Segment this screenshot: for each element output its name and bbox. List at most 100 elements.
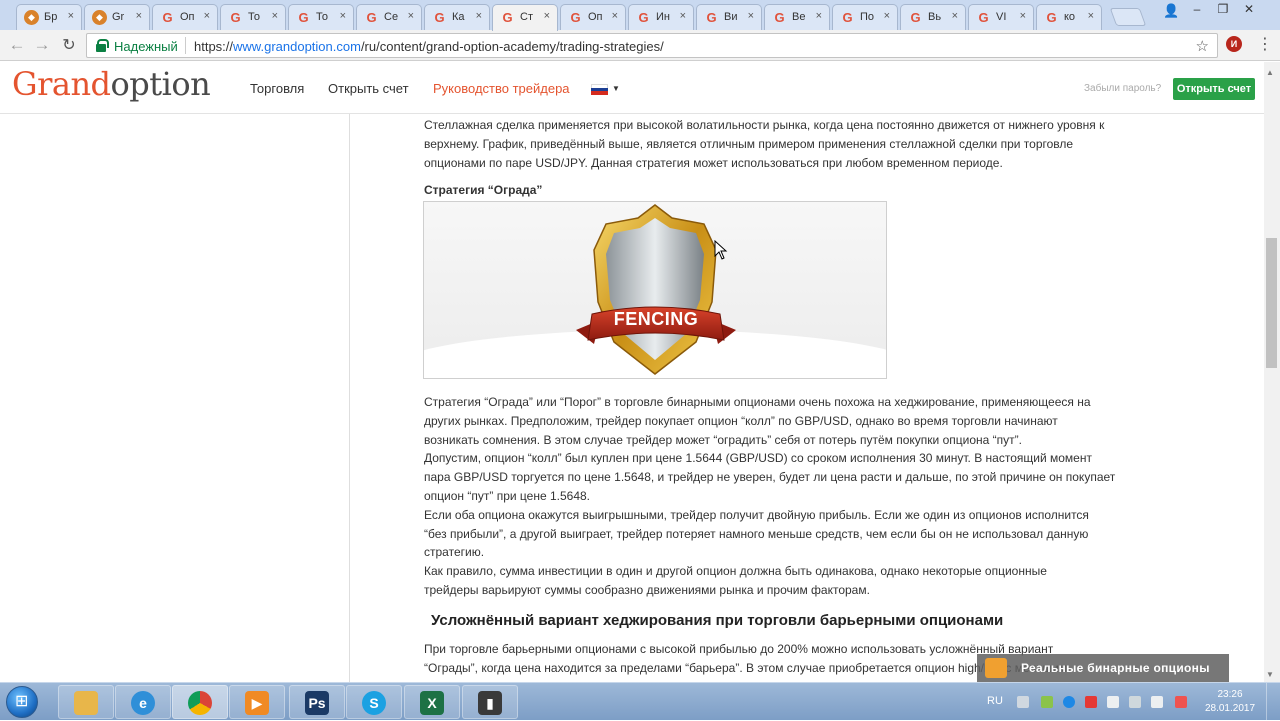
- tab-close-icon[interactable]: ×: [884, 10, 890, 22]
- browser-tab[interactable]: ◆ Gr ×: [84, 4, 150, 30]
- text-line: других рынках. Предположим, трейдер поку…: [424, 413, 1058, 428]
- logo-grand: Grand: [12, 65, 111, 103]
- user-icon[interactable]: 👤: [1163, 3, 1179, 19]
- browser-tab[interactable]: G Ст ×: [492, 4, 558, 31]
- tray-red-icon[interactable]: [1085, 696, 1097, 708]
- tab-label: Ве: [792, 11, 806, 23]
- browser-tab[interactable]: G То ×: [288, 4, 354, 30]
- nav-trader-guide[interactable]: Руководство трейдера: [433, 81, 570, 96]
- tab-favicon-icon: G: [638, 10, 649, 25]
- close-window-icon[interactable]: ✕: [1238, 2, 1260, 16]
- tab-close-icon[interactable]: ×: [340, 10, 346, 22]
- tray-volume-icon[interactable]: [1151, 696, 1163, 708]
- language-indicator[interactable]: RU: [987, 695, 1003, 707]
- tab-close-icon[interactable]: ×: [68, 10, 74, 22]
- browser-tab[interactable]: G Вь ×: [900, 4, 966, 30]
- tab-favicon-icon: G: [230, 10, 241, 25]
- show-desktop-button[interactable]: [1266, 683, 1280, 721]
- tab-close-icon[interactable]: ×: [612, 10, 618, 22]
- site-logo[interactable]: Grandoption: [12, 65, 211, 103]
- new-tab-button[interactable]: [1109, 8, 1147, 26]
- scrollbar-thumb[interactable]: [1266, 238, 1277, 368]
- text-line: Стратегия “Ограда” или “Порог” в торговл…: [424, 395, 1091, 409]
- tray-battery-icon[interactable]: [1107, 696, 1119, 708]
- browser-tab[interactable]: G Ви ×: [696, 4, 762, 30]
- restore-icon[interactable]: ❐: [1212, 2, 1234, 16]
- taskbar-explorer[interactable]: [58, 685, 114, 719]
- taskbar-excel[interactable]: X: [404, 685, 460, 719]
- tray-flag-icon[interactable]: [1129, 696, 1141, 708]
- fencing-image: FENCING: [423, 201, 887, 379]
- text-line: верхнему. График, приведённый выше, явля…: [424, 136, 1074, 151]
- bookmark-star-icon[interactable]: ☆: [1196, 37, 1209, 55]
- taskbar-app[interactable]: ▮: [462, 685, 518, 719]
- tab-close-icon[interactable]: ×: [816, 10, 822, 22]
- browser-tab[interactable]: Gко ×: [1036, 4, 1102, 30]
- address-bar[interactable]: Надежный https://www.grandoption.com/ru/…: [86, 33, 1218, 58]
- browser-menu-icon[interactable]: ⋮: [1257, 34, 1273, 54]
- chevron-down-icon[interactable]: ▼: [612, 84, 620, 93]
- strategy-title: Стратегия “Ограда”: [424, 183, 543, 197]
- browser-tab[interactable]: G Ин ×: [628, 4, 694, 30]
- watermark-logo-icon: [985, 658, 1007, 678]
- tray-e-icon[interactable]: [1063, 696, 1075, 708]
- tab-close-icon[interactable]: ×: [1088, 10, 1094, 22]
- text-line: Как правило, сумма инвестиции в один и д…: [424, 564, 1047, 579]
- text-line: трейдеры варьируют суммы сообразно движе…: [424, 582, 870, 597]
- scroll-up-icon[interactable]: ▲: [1266, 68, 1274, 77]
- url-text[interactable]: https://www.grandoption.com/ru/content/g…: [194, 39, 664, 54]
- browser-tab[interactable]: G Оп ×: [560, 4, 626, 30]
- tray-network-icon[interactable]: [1017, 696, 1029, 708]
- forgot-password-link[interactable]: Забыли пароль?: [1084, 83, 1161, 94]
- tab-close-icon[interactable]: ×: [1020, 10, 1026, 22]
- tab-close-icon[interactable]: ×: [748, 10, 754, 22]
- clock-date: 28.01.2017: [1204, 703, 1256, 714]
- browser-tab[interactable]: G Се ×: [356, 4, 422, 30]
- tab-close-icon[interactable]: ×: [204, 10, 210, 22]
- open-account-button[interactable]: Открыть счет: [1173, 78, 1255, 100]
- russia-flag-icon[interactable]: [591, 84, 608, 96]
- forward-icon[interactable]: →: [31, 35, 53, 55]
- tab-close-icon[interactable]: ×: [952, 10, 958, 22]
- extension-icon[interactable]: И: [1226, 36, 1242, 52]
- clock-time: 23:26: [1217, 689, 1243, 700]
- tab-label: Ка: [452, 11, 465, 23]
- tab-label: Gr: [112, 11, 125, 23]
- tab-close-icon[interactable]: ×: [544, 10, 550, 22]
- taskbar-clock[interactable]: 23:26 28.01.2017: [1201, 688, 1259, 716]
- browser-tab[interactable]: G То ×: [220, 4, 286, 30]
- browser-tab[interactable]: G Ка ×: [424, 4, 490, 30]
- browser-tab[interactable]: G Ве ×: [764, 4, 830, 30]
- browser-tab[interactable]: G VI ×: [968, 4, 1034, 30]
- tab-close-icon[interactable]: ×: [272, 10, 278, 22]
- text-line: опционами по паре USD/JPY. Данная страте…: [424, 155, 1003, 170]
- taskbar-photoshop[interactable]: Ps: [289, 685, 345, 719]
- browser-tab[interactable]: ◆ Бр ×: [16, 4, 82, 30]
- tray-network-alert-icon[interactable]: [1175, 696, 1187, 708]
- page-scrollbar[interactable]: [1264, 62, 1280, 682]
- browser-tab[interactable]: G По ×: [832, 4, 898, 30]
- text-line: опцион “пут” при цене 1.5648.: [424, 488, 590, 503]
- image-caption: FENCING: [613, 309, 699, 329]
- taskbar-skype[interactable]: S: [346, 685, 402, 719]
- tab-close-icon[interactable]: ×: [408, 10, 414, 22]
- tab-close-icon[interactable]: ×: [680, 10, 686, 22]
- tab-close-icon[interactable]: ×: [136, 10, 142, 22]
- back-icon[interactable]: ←: [6, 35, 28, 55]
- tab-close-icon[interactable]: ×: [476, 10, 482, 22]
- scroll-down-icon[interactable]: ▼: [1266, 670, 1274, 679]
- ie-icon: e: [131, 691, 155, 715]
- taskbar-chrome[interactable]: [172, 685, 228, 719]
- minimize-icon[interactable]: –: [1186, 2, 1208, 16]
- tab-favicon-icon: G: [774, 10, 785, 25]
- browser-tab[interactable]: G Оп ×: [152, 4, 218, 30]
- nav-open-account[interactable]: Открыть счет: [328, 81, 409, 96]
- start-button[interactable]: [6, 686, 38, 718]
- reload-icon[interactable]: ↻: [58, 35, 80, 55]
- sidebar-divider: [349, 114, 350, 682]
- nav-trading[interactable]: Торговля: [250, 81, 304, 96]
- tray-app-icon[interactable]: [1041, 696, 1053, 708]
- taskbar-media[interactable]: ▶: [229, 685, 285, 719]
- taskbar-ie[interactable]: e: [115, 685, 171, 719]
- windows-taskbar: e ▶ Ps S X ▮ RU 23:26 28.01.2017: [0, 682, 1280, 721]
